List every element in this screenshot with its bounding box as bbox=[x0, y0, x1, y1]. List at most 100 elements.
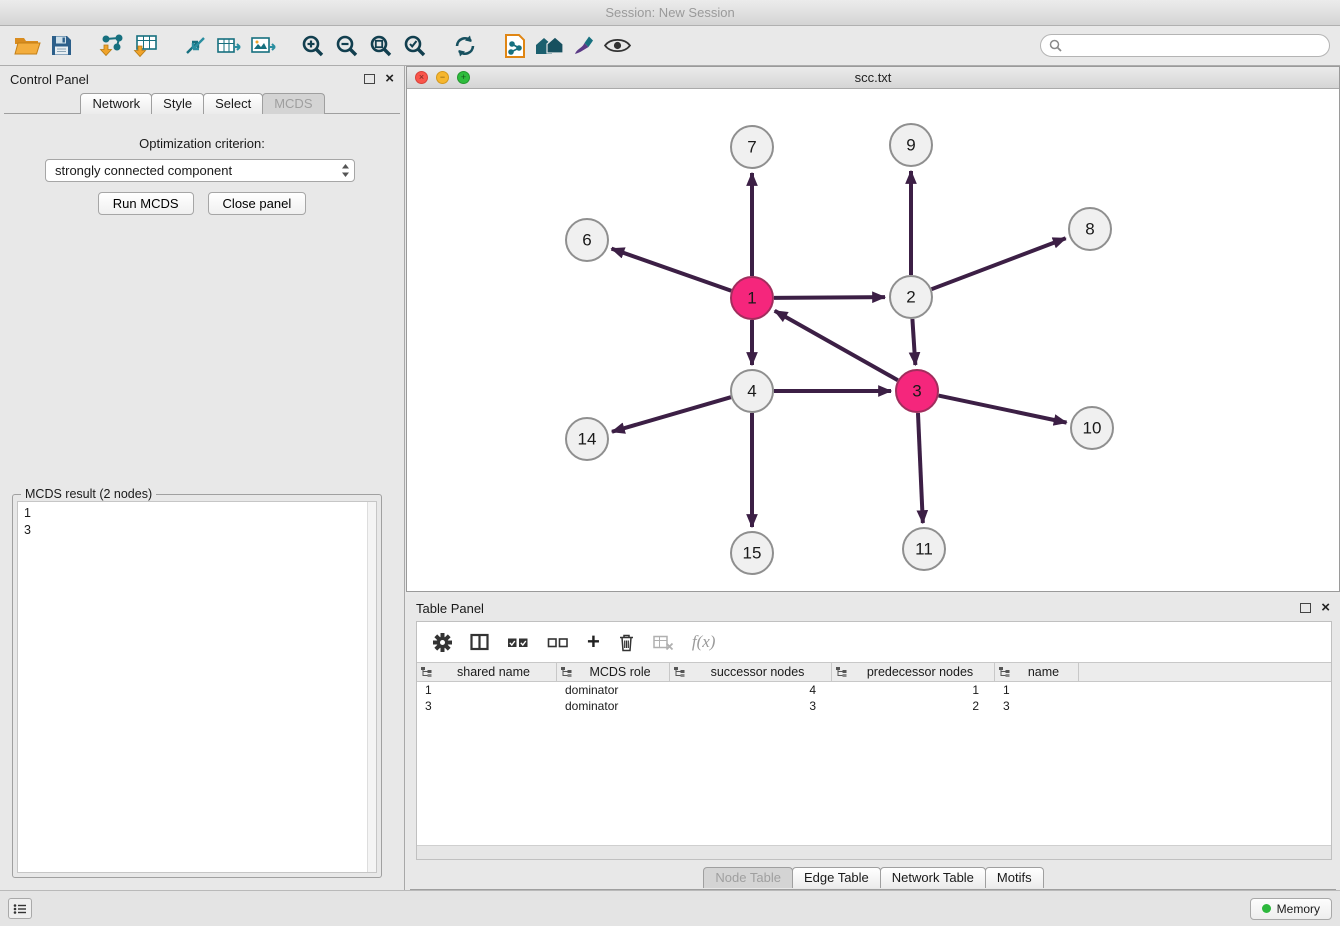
traffic-lights: × − + bbox=[415, 71, 470, 84]
graph-node-7[interactable]: 7 bbox=[731, 126, 773, 168]
unselect-all-columns-icon[interactable] bbox=[547, 635, 569, 650]
export-table-icon[interactable] bbox=[212, 30, 246, 62]
graph-node-15[interactable]: 15 bbox=[731, 532, 773, 574]
graph-edge-3-1[interactable] bbox=[775, 311, 898, 380]
app-window: Session: New Session bbox=[0, 0, 1340, 926]
close-panel-icon[interactable]: × bbox=[385, 74, 394, 84]
table-header-row: shared name MCDS role successor nodes pr… bbox=[417, 662, 1331, 682]
tab-edge-table[interactable]: Edge Table bbox=[792, 867, 881, 888]
zoom-in-icon[interactable] bbox=[296, 30, 330, 62]
column-header-name[interactable]: name bbox=[995, 663, 1079, 681]
column-header-filler bbox=[1079, 663, 1331, 681]
graph-edge-1-6[interactable] bbox=[612, 249, 732, 291]
table-cell[interactable]: 3 bbox=[670, 698, 832, 714]
main-toolbar bbox=[0, 26, 1340, 66]
svg-text:3: 3 bbox=[912, 382, 921, 401]
table-row[interactable]: 3dominator323 bbox=[417, 698, 1331, 714]
graph-node-11[interactable]: 11 bbox=[903, 528, 945, 570]
import-table-icon[interactable] bbox=[128, 30, 162, 62]
tab-style[interactable]: Style bbox=[151, 93, 204, 114]
window-close-icon[interactable]: × bbox=[415, 71, 428, 84]
zoom-selected-icon[interactable] bbox=[398, 30, 432, 62]
column-header-mcds-role[interactable]: MCDS role bbox=[557, 663, 670, 681]
open-session-icon[interactable] bbox=[10, 30, 44, 62]
refresh-icon[interactable] bbox=[448, 30, 482, 62]
table-cell[interactable]: 1 bbox=[832, 682, 995, 698]
graph-node-8[interactable]: 8 bbox=[1069, 208, 1111, 250]
table-cell-filler bbox=[1079, 682, 1331, 698]
result-scrollbar[interactable] bbox=[367, 502, 376, 872]
tab-network[interactable]: Network bbox=[80, 93, 152, 114]
show-hide-panels-icon[interactable] bbox=[600, 30, 634, 62]
float-table-panel-icon[interactable] bbox=[1300, 603, 1311, 613]
window-minimize-icon[interactable]: − bbox=[436, 71, 449, 84]
column-label: successor nodes bbox=[711, 665, 805, 679]
graph-node-9[interactable]: 9 bbox=[890, 124, 932, 166]
select-all-columns-icon[interactable] bbox=[507, 635, 529, 650]
column-header-successor-nodes[interactable]: successor nodes bbox=[670, 663, 832, 681]
tab-select[interactable]: Select bbox=[203, 93, 263, 114]
tab-motifs[interactable]: Motifs bbox=[985, 867, 1044, 888]
column-header-predecessor-nodes[interactable]: predecessor nodes bbox=[832, 663, 995, 681]
graph-edge-1-2[interactable] bbox=[774, 297, 885, 298]
zoom-fit-icon[interactable] bbox=[364, 30, 398, 62]
delete-column-icon[interactable] bbox=[618, 633, 635, 652]
export-image-icon[interactable] bbox=[246, 30, 280, 62]
table-cell[interactable]: dominator bbox=[557, 682, 670, 698]
tab-node-table[interactable]: Node Table bbox=[703, 867, 793, 888]
graph-node-1[interactable]: 1 bbox=[731, 277, 773, 319]
zoom-out-icon[interactable] bbox=[330, 30, 364, 62]
save-session-icon[interactable] bbox=[44, 30, 78, 62]
import-network-icon[interactable] bbox=[94, 30, 128, 62]
graph-edge-2-8[interactable] bbox=[932, 238, 1066, 289]
table-cell[interactable]: 2 bbox=[832, 698, 995, 714]
control-panel-title: Control Panel bbox=[10, 72, 364, 87]
apply-style-icon[interactable] bbox=[566, 30, 600, 62]
new-network-from-selection-icon[interactable] bbox=[498, 30, 532, 62]
table-row[interactable]: 1dominator411 bbox=[417, 682, 1331, 698]
criterion-value: strongly connected component bbox=[55, 163, 232, 178]
close-panel-button[interactable]: Close panel bbox=[208, 192, 307, 215]
graph-node-6[interactable]: 6 bbox=[566, 219, 608, 261]
export-network-icon[interactable] bbox=[178, 30, 212, 62]
graph-node-3[interactable]: 3 bbox=[896, 370, 938, 412]
tab-mcds[interactable]: MCDS bbox=[262, 93, 324, 114]
network-graph[interactable]: 7 9 6 8 1 2 4 3 14 10 15 11 bbox=[407, 89, 1339, 591]
memory-button[interactable]: Memory bbox=[1250, 898, 1332, 920]
float-panel-icon[interactable] bbox=[364, 74, 375, 84]
function-builder-icon[interactable]: f(x) bbox=[692, 632, 716, 652]
criterion-select[interactable]: strongly connected component bbox=[45, 159, 355, 182]
graph-edge-2-3[interactable] bbox=[912, 319, 915, 365]
table-cell[interactable]: 3 bbox=[995, 698, 1079, 714]
show-columns-icon[interactable] bbox=[470, 633, 489, 651]
tab-network-table[interactable]: Network Table bbox=[880, 867, 986, 888]
table-cell[interactable]: 1 bbox=[995, 682, 1079, 698]
search-box[interactable] bbox=[1040, 34, 1330, 57]
column-header-shared-name[interactable]: shared name bbox=[417, 663, 557, 681]
table-settings-gear-icon[interactable] bbox=[433, 633, 452, 652]
table-cell[interactable]: 4 bbox=[670, 682, 832, 698]
graph-node-4[interactable]: 4 bbox=[731, 370, 773, 412]
search-input[interactable] bbox=[1067, 39, 1321, 53]
window-maximize-icon[interactable]: + bbox=[457, 71, 470, 84]
table-cell[interactable]: 3 bbox=[417, 698, 557, 714]
run-mcds-button[interactable]: Run MCDS bbox=[98, 192, 194, 215]
graph-node-14[interactable]: 14 bbox=[566, 418, 608, 460]
graph-node-10[interactable]: 10 bbox=[1071, 407, 1113, 449]
close-table-panel-icon[interactable]: × bbox=[1321, 603, 1330, 613]
column-type-icon bbox=[674, 667, 685, 677]
graph-edge-4-14[interactable] bbox=[612, 397, 731, 432]
table-horizontal-scrollbar[interactable] bbox=[417, 845, 1331, 859]
status-menu-button[interactable] bbox=[8, 898, 32, 919]
network-view[interactable]: 7 9 6 8 1 2 4 3 14 10 15 11 bbox=[407, 89, 1339, 591]
graph-node-2[interactable]: 2 bbox=[890, 276, 932, 318]
graph-edge-3-10[interactable] bbox=[939, 396, 1067, 423]
table-cell[interactable]: dominator bbox=[557, 698, 670, 714]
table-cell[interactable]: 1 bbox=[417, 682, 557, 698]
create-column-icon[interactable]: + bbox=[587, 632, 600, 652]
svg-text:15: 15 bbox=[743, 544, 762, 563]
first-neighbors-icon[interactable] bbox=[532, 30, 566, 62]
mcds-result-list[interactable]: 1 3 bbox=[17, 501, 377, 873]
graph-edge-3-11[interactable] bbox=[918, 413, 923, 523]
delete-table-icon[interactable] bbox=[653, 634, 674, 651]
